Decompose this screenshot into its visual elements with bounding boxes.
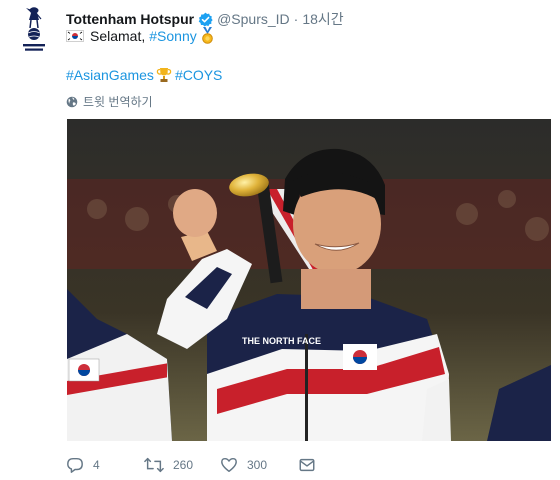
translate-tweet-link[interactable]: 트윗 번역하기 (66, 93, 153, 110)
tweet-timestamp[interactable]: 18시간 (302, 9, 343, 29)
hashtag-coys[interactable]: #COYS (175, 67, 222, 83)
tweet-header: Tottenham Hotspur @Spurs_ID · 18시간 (66, 9, 344, 29)
header-separator: · (293, 11, 299, 27)
like-button[interactable]: 300 (220, 456, 298, 474)
retweet-count: 260 (173, 458, 194, 472)
verified-badge-icon (198, 12, 213, 27)
trophy-emoji-icon (156, 67, 172, 83)
reply-count: 4 (93, 458, 100, 472)
medal-emoji-icon (201, 27, 214, 44)
spurs-logo-icon (20, 6, 48, 59)
author-name[interactable]: Tottenham Hotspur (66, 11, 194, 27)
direct-message-button[interactable] (298, 456, 316, 474)
like-count: 300 (247, 458, 268, 472)
retweet-icon (144, 456, 164, 474)
avatar[interactable] (14, 6, 54, 59)
globe-icon (66, 96, 78, 108)
like-icon (220, 456, 238, 474)
hashtag-sonny[interactable]: #Sonny (149, 28, 196, 44)
korea-flag-emoji-icon (66, 29, 84, 42)
reply-icon (66, 456, 84, 474)
translate-label: 트윗 번역하기 (83, 95, 153, 109)
reply-button[interactable]: 4 (66, 456, 144, 474)
tweet-text-line1: Selamat, #Sonny (66, 27, 214, 44)
tweet-text-congrats: Selamat, (90, 27, 146, 44)
photo-content: THE NORTH FACE (67, 119, 551, 441)
author-handle[interactable]: @Spurs_ID (217, 11, 290, 27)
message-icon (298, 456, 316, 474)
retweet-button[interactable]: 260 (144, 456, 220, 474)
tweet-text-line2: #AsianGames #COYS (66, 67, 222, 83)
photo-brand-logo: THE NORTH FACE (242, 336, 321, 346)
hashtag-asiangames[interactable]: #AsianGames (66, 67, 154, 83)
tweet-actions: 4 260 300 (66, 455, 366, 475)
tweet-photo[interactable]: THE NORTH FACE (67, 119, 551, 441)
